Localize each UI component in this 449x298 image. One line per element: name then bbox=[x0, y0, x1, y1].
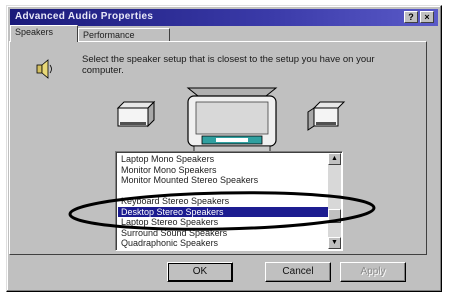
tab-speakers[interactable]: Speakers bbox=[10, 25, 78, 42]
help-button[interactable]: ? bbox=[404, 11, 418, 23]
speaker-setup-list[interactable]: Laptop Mono Speakers Monitor Mono Speake… bbox=[115, 151, 343, 251]
list-scrollbar[interactable]: ▲ ▼ bbox=[328, 153, 341, 249]
ok-button[interactable]: OK bbox=[167, 262, 233, 282]
speaker-icon bbox=[36, 59, 52, 79]
scroll-down-button[interactable]: ▼ bbox=[328, 237, 341, 249]
close-button[interactable]: × bbox=[420, 11, 434, 23]
list-item[interactable]: Quadraphonic Speakers bbox=[118, 238, 330, 249]
scroll-up-button[interactable]: ▲ bbox=[328, 153, 341, 165]
monitor-icon bbox=[186, 87, 278, 153]
speaker-setup-illustration bbox=[116, 87, 346, 153]
list-item[interactable]: Surround Sound Speakers bbox=[118, 228, 330, 239]
speakers-panel: Select the speaker setup that is closest… bbox=[9, 41, 427, 255]
right-speaker-icon bbox=[307, 101, 346, 131]
list-item[interactable]: Monitor Mono Speakers bbox=[118, 165, 330, 176]
list-item[interactable] bbox=[118, 186, 330, 197]
scroll-thumb[interactable] bbox=[328, 209, 341, 223]
cancel-button[interactable]: Cancel bbox=[265, 262, 331, 282]
setup-description: Select the speaker setup that is closest… bbox=[82, 54, 375, 76]
speaker-setup-items: Laptop Mono Speakers Monitor Mono Speake… bbox=[118, 154, 330, 249]
list-item-selected[interactable]: Desktop Stereo Speakers bbox=[118, 206, 330, 217]
list-item[interactable]: Laptop Mono Speakers bbox=[118, 154, 330, 165]
apply-button[interactable]: Apply bbox=[340, 262, 406, 282]
left-speaker-icon bbox=[116, 100, 156, 128]
title-bar[interactable]: Advanced Audio Properties ? × bbox=[10, 9, 438, 26]
window-title: Advanced Audio Properties bbox=[15, 11, 154, 22]
list-item[interactable]: Keyboard Stereo Speakers bbox=[118, 196, 330, 207]
list-item[interactable]: Laptop Stereo Speakers bbox=[118, 217, 330, 228]
list-item[interactable]: Monitor Mounted Stereo Speakers bbox=[118, 175, 330, 186]
